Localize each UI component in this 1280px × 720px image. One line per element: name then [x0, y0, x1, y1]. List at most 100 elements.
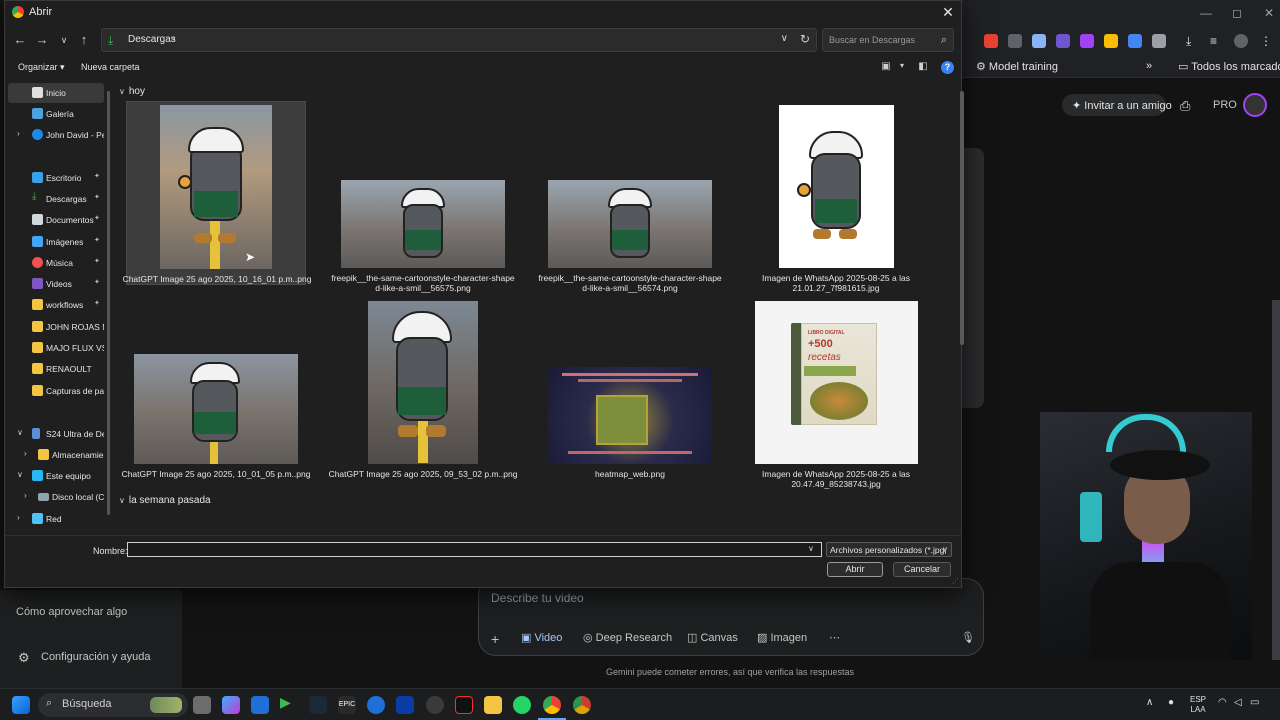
bookmarks-overflow[interactable]: »	[1146, 60, 1152, 72]
back-arrow-icon[interactable]: ←	[11, 31, 29, 49]
menu-icon[interactable]: ⋮	[1260, 34, 1274, 48]
up-arrow-icon[interactable]: ↑	[75, 31, 93, 49]
collapse-chevron-icon[interactable]: ∨	[17, 470, 23, 479]
file-tile[interactable]: Imagen de WhatsApp 2025-08-25 a las 21.01…	[746, 101, 926, 293]
volume-icon[interactable]: ◁	[1234, 698, 1242, 708]
extension-icon[interactable]	[1080, 34, 1094, 48]
expand-chevron-icon[interactable]: ›	[17, 513, 20, 522]
steam-icon[interactable]	[309, 696, 327, 714]
nav-item-workflows[interactable]: workflows ✦	[8, 295, 104, 315]
user-avatar[interactable]	[1243, 93, 1267, 117]
nav-item-descargas[interactable]: ⤓ Descargas ✦	[8, 189, 104, 209]
file-tile[interactable]: ➤ ChatGPT Image 25 ago 2025, 10_16_01 p.…	[123, 101, 311, 285]
cancel-button[interactable]: Cancelar	[893, 562, 951, 577]
file-name-input[interactable]	[127, 542, 822, 557]
search-input[interactable]: Buscar en Descargas	[829, 35, 915, 45]
download-icon[interactable]: ⤓	[1186, 34, 1200, 48]
breadcrumb-chevron-icon[interactable]: ›	[172, 33, 175, 44]
epic-games-icon[interactable]: EPIC	[338, 696, 356, 714]
address-dropdown-icon[interactable]: ∨	[781, 33, 788, 44]
whatsapp-icon[interactable]	[513, 696, 531, 714]
file-tile[interactable]: LIBRO DIGITAL +500 recetas Imagen de Wha…	[746, 299, 926, 489]
nav-item-galeria[interactable]: Galería	[8, 104, 104, 124]
playstation-icon[interactable]	[396, 696, 414, 714]
content-scrollbar[interactable]	[960, 91, 964, 345]
tiktok-icon[interactable]	[455, 696, 473, 714]
maximize-icon[interactable]: ◻	[1232, 6, 1242, 20]
group-header-last-week[interactable]: ∨ la semana pasada	[119, 495, 211, 506]
all-bookmarks[interactable]: ▭ Todos los marcadores	[1178, 60, 1280, 73]
nav-item-s24-ultra[interactable]: ∨ S24 Ultra de Dei	[8, 424, 104, 444]
breadcrumb-descargas[interactable]: Descargas	[128, 34, 176, 45]
file-tile[interactable]: heatmap_web.png	[540, 299, 720, 485]
tool-canvas[interactable]: ◫ Canvas	[687, 631, 738, 644]
extension-icon[interactable]	[1032, 34, 1046, 48]
taskbar-search[interactable]: ⌕ Búsqueda	[38, 693, 188, 717]
help-icon[interactable]: ?	[941, 61, 954, 74]
extension-icon[interactable]	[1128, 34, 1142, 48]
extension-icon[interactable]	[984, 34, 998, 48]
open-button[interactable]: Abrir	[827, 562, 883, 577]
window-close-icon[interactable]: ✕	[1264, 6, 1274, 20]
windows-start-icon[interactable]	[12, 696, 30, 714]
expand-chevron-icon[interactable]: ›	[24, 449, 27, 458]
nav-item-escritorio[interactable]: Escritorio ✦	[8, 168, 104, 188]
nav-item-imagenes[interactable]: Imágenes ✦	[8, 232, 104, 252]
nav-item-red[interactable]: › Red	[8, 509, 104, 529]
play-icon[interactable]: ▶	[280, 694, 298, 712]
language-indicator[interactable]: ESP LAA	[1190, 695, 1206, 715]
tool-video[interactable]: ▣ Video	[521, 631, 562, 644]
file-name-dropdown-icon[interactable]: ∨	[808, 544, 814, 553]
nav-item-john-rojas[interactable]: JOHN ROJAS N/	[8, 317, 104, 337]
resize-grip-icon[interactable]: ⋰	[952, 577, 959, 585]
nav-item-videos[interactable]: Videos ✦	[8, 274, 104, 294]
file-tile[interactable]: freepik__the-same-cartoonstyle-character…	[538, 101, 722, 293]
nav-item-onedrive[interactable]: › John David - Pe	[8, 125, 104, 145]
view-mode-icon[interactable]: ▣	[879, 61, 893, 73]
nav-item-disco-local[interactable]: › Disco local (C:	[8, 487, 104, 507]
minimize-icon[interactable]: —	[1200, 6, 1212, 20]
bookmark-model-training[interactable]: ⚙ Model training	[976, 60, 1058, 73]
extension-icon[interactable]	[1008, 34, 1022, 48]
prompt-box[interactable]: Describe tu video + ▣ Video ◎ Deep Resea…	[478, 578, 984, 656]
recent-locations-chevron-icon[interactable]: ∨	[55, 31, 73, 49]
tool-image[interactable]: ▨ Imagen	[757, 631, 807, 644]
organize-button[interactable]: Organizar ▾	[18, 62, 65, 73]
search-icon[interactable]: ⌕	[941, 34, 947, 47]
app-icon[interactable]	[426, 696, 444, 714]
more-tools-icon[interactable]: ⋯	[829, 631, 840, 644]
wifi-icon[interactable]: ◠	[1218, 698, 1227, 708]
store-icon[interactable]	[251, 696, 269, 714]
file-type-filter[interactable]: Archivos personalizados (*.jpg; ∨	[826, 542, 952, 557]
collapse-chevron-icon[interactable]: ∨	[17, 428, 23, 437]
file-tile[interactable]: ChatGPT Image 25 ago 2025, 09_53_02 p.m.…	[329, 299, 517, 485]
puzzle-icon[interactable]	[1152, 34, 1166, 48]
file-tile[interactable]: freepik__the-same-cartoonstyle-character…	[331, 101, 515, 293]
nav-item-renaoult[interactable]: RENAOULT	[8, 359, 104, 379]
search-box[interactable]: Buscar en Descargas ⌕	[822, 28, 954, 52]
profile-avatar[interactable]	[1234, 34, 1248, 48]
extension-icon[interactable]	[1104, 34, 1118, 48]
view-dropdown-icon[interactable]: ▾	[895, 61, 909, 73]
preview-pane-icon[interactable]: ◧	[916, 61, 930, 73]
nav-item-majo-flux[interactable]: MAJO FLUX VS I	[8, 338, 104, 358]
nav-item-inicio[interactable]: Inicio	[8, 83, 104, 103]
sidebar-tip[interactable]: Cómo aprovechar algo	[16, 606, 127, 618]
file-explorer-icon[interactable]	[484, 696, 502, 714]
tray-chevron-icon[interactable]: ∧	[1146, 698, 1153, 708]
address-bar[interactable]: ⤓ Descargas › ∨ ↻	[101, 28, 817, 52]
chrome-icon[interactable]	[573, 696, 591, 714]
expand-chevron-icon[interactable]: ›	[17, 129, 20, 138]
nav-scrollbar[interactable]	[107, 91, 110, 515]
microphone-icon[interactable]: 🎙	[961, 631, 975, 644]
printer-icon[interactable]: ⎙	[1180, 98, 1190, 114]
settings-help-link[interactable]: Configuración y ayuda	[41, 651, 150, 663]
forward-arrow-icon[interactable]: →	[33, 31, 51, 49]
group-header-today[interactable]: ∨ hoy	[119, 86, 145, 97]
nav-item-almacenamiento[interactable]: › Almacenamier	[8, 445, 104, 465]
nav-item-documentos[interactable]: Documentos ✦	[8, 210, 104, 230]
battery-icon[interactable]: ▭	[1250, 698, 1259, 708]
close-icon[interactable]: ✕	[939, 3, 957, 21]
copilot-icon[interactable]	[222, 696, 240, 714]
nav-item-musica[interactable]: Música ✦	[8, 253, 104, 273]
